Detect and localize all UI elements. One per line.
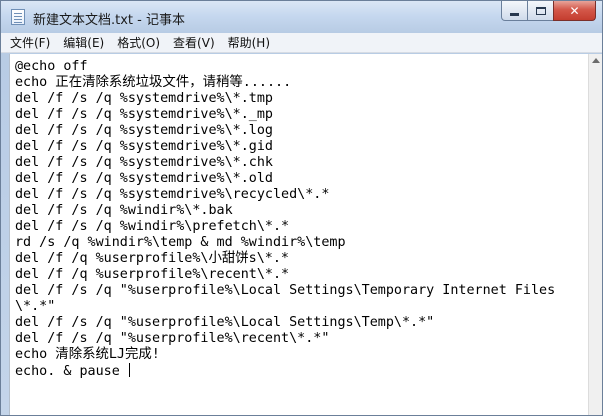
menu-format[interactable]: 格式(O) [117,34,160,51]
maximize-button[interactable] [527,1,554,21]
last-line-text: echo. & pause [15,364,128,379]
text-cursor [128,363,130,377]
window-controls: ✕ [501,1,596,25]
title-bar[interactable]: 新建文本文档.txt - 记事本 ✕ [1,1,602,33]
text-line: del /f /s /q %systemdrive%\*.tmp [15,91,273,106]
text-line: del /f /s /q "%userprofile%\Local Settin… [15,315,435,330]
text-line: del /f /s /q %systemdrive%\*.old [15,171,273,186]
menu-file[interactable]: 文件(F) [10,34,50,51]
menu-bar: 文件(F) 编辑(E) 格式(O) 查看(V) 帮助(H) [1,33,602,53]
text-line-last: echo. & pause [15,363,555,379]
text-line: del /f /q %userprofile%\小甜饼s\*.* [15,251,289,266]
vertical-scrollbar[interactable] [588,54,602,415]
menu-help[interactable]: 帮助(H) [228,34,270,51]
text-line: echo 正在清除系统垃圾文件，请稍等...... [15,75,292,90]
notepad-window: 新建文本文档.txt - 记事本 ✕ 文件(F) 编辑(E) 格式(O) 查看(… [0,0,603,416]
text-line: del /f /s /q %systemdrive%\recycled\*.* [15,187,330,202]
text-line: @echo off [15,59,88,74]
menu-view[interactable]: 查看(V) [173,34,215,51]
text-line: del /f /s /q %windir%\*.bak [15,203,233,218]
text-line: del /f /s /q "%userprofile%\recent\*.*" [15,331,330,346]
text-line: del /f /s /q %systemdrive%\*.gid [15,139,273,154]
text-line: del /f /s /q %systemdrive%\*.chk [15,155,273,170]
text-line: echo 清除系统LJ完成! [15,347,160,362]
window-title: 新建文本文档.txt - 记事本 [33,13,185,28]
maximize-icon [535,6,546,15]
minimize-icon [510,13,519,16]
text-editor[interactable]: @echo off echo 正在清除系统垃圾文件，请稍等...... del … [9,54,589,415]
text-line: del /f /s /q %systemdrive%\*.log [15,123,273,138]
text-line: rd /s /q %windir%\temp & md %windir%\tem… [15,235,346,250]
minimize-button[interactable] [501,1,528,21]
editor-content[interactable]: @echo off echo 正在清除系统垃圾文件，请稍等...... del … [15,59,555,379]
scroll-up-icon[interactable] [592,58,600,63]
text-line: \*.*" [15,299,56,314]
notepad-icon[interactable] [11,9,25,25]
text-line: del /f /q %userprofile%\recent\*.* [15,267,290,282]
text-line: del /f /s /q "%userprofile%\Local Settin… [15,283,556,298]
text-line: del /f /s /q %systemdrive%\*._mp [15,107,273,122]
close-icon: ✕ [569,3,580,18]
close-button[interactable]: ✕ [553,1,596,21]
text-line: del /f /s /q %windir%\prefetch\*.* [15,219,290,234]
menu-edit[interactable]: 编辑(E) [63,34,104,51]
